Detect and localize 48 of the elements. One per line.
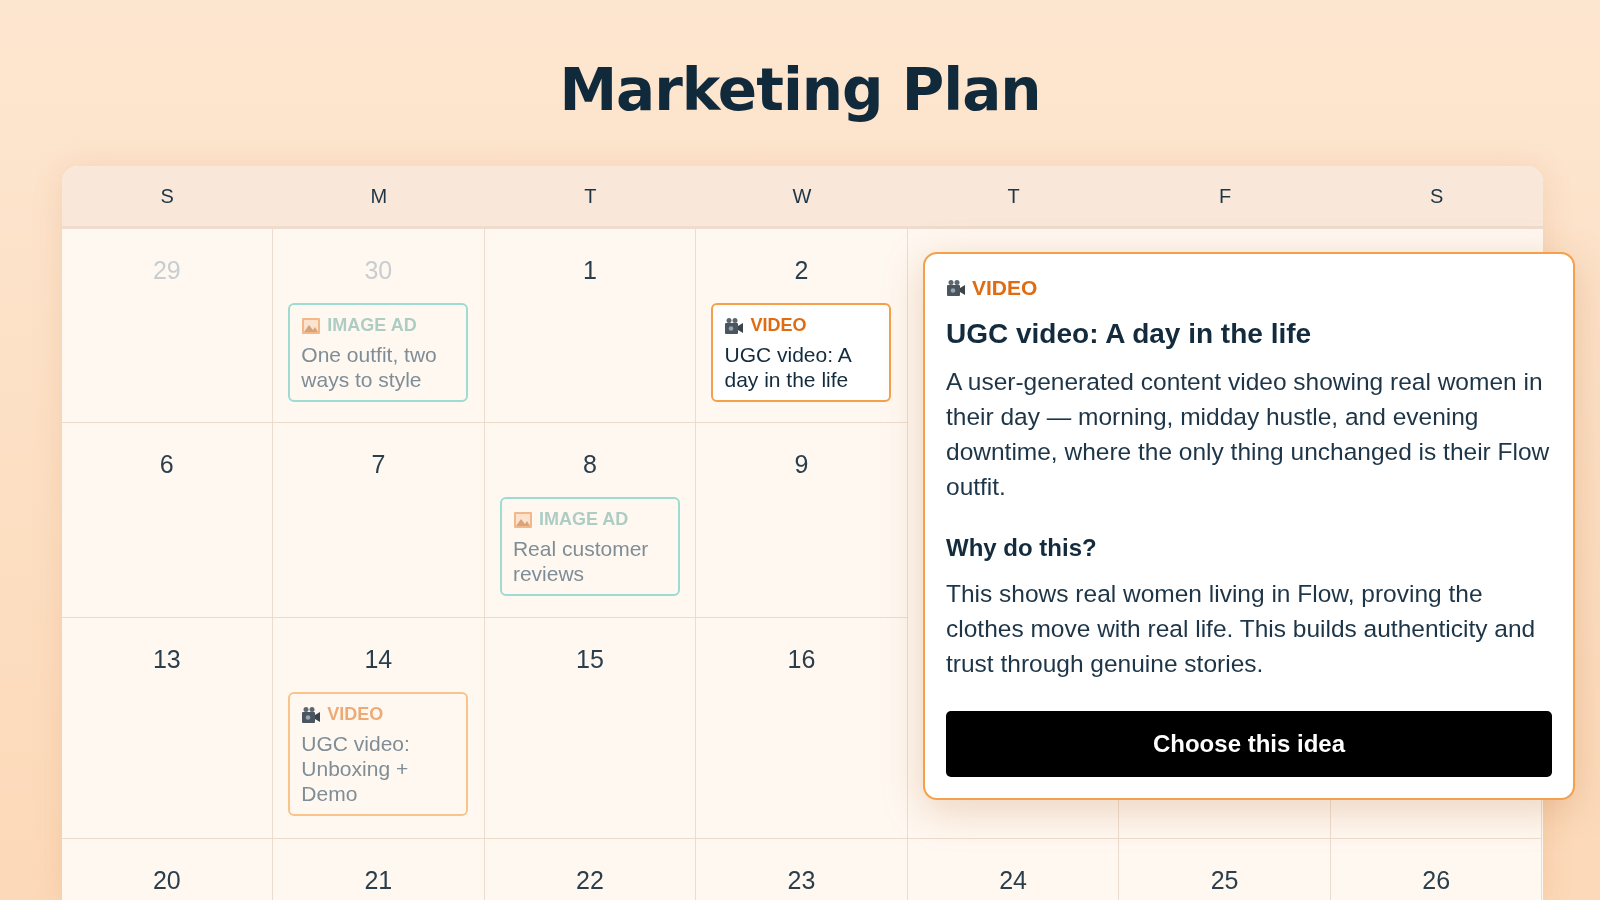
day-number: 7 bbox=[371, 450, 386, 479]
day-number: 14 bbox=[364, 645, 393, 674]
day-number: 23 bbox=[787, 866, 816, 895]
event-card[interactable]: IMAGE AD Real customer reviews bbox=[499, 497, 680, 596]
weekday-label: S bbox=[159, 183, 175, 209]
event-type: IMAGE AD bbox=[538, 509, 629, 530]
event-card[interactable]: IMAGE AD One outfit, two ways to style bbox=[288, 303, 469, 402]
day-number: 1 bbox=[582, 256, 597, 285]
section-heading: Why do this? bbox=[946, 534, 1098, 562]
day-number: 21 bbox=[364, 866, 393, 895]
event-title: Real customer reviews bbox=[512, 536, 650, 586]
day-number: 25 bbox=[1210, 866, 1239, 895]
event-card[interactable]: VIDEO UGC video: A day in the life bbox=[711, 303, 892, 402]
day-number: 26 bbox=[1422, 866, 1451, 895]
weekday-label: F bbox=[1218, 183, 1233, 209]
day-number: 20 bbox=[152, 866, 181, 895]
event-type: VIDEO bbox=[972, 276, 1038, 300]
image-icon bbox=[512, 510, 533, 529]
page-title: Marketing Plan bbox=[559, 56, 1041, 126]
day-number: 15 bbox=[576, 645, 604, 674]
video-camera-icon bbox=[946, 279, 966, 297]
weekday-label: W bbox=[791, 183, 813, 209]
event-card[interactable]: VIDEO UGC video: Unboxing + Demo bbox=[288, 692, 469, 816]
event-title: UGC video: Unboxing + Demo bbox=[301, 731, 411, 806]
video-camera-icon bbox=[724, 316, 745, 335]
weekday-label: S bbox=[1429, 183, 1445, 209]
reason-text: This shows real women living in Flow, proving the clothes move with real life. This builds authenticity and trust through genuine stories. bbox=[946, 579, 1537, 679]
idea-title: UGC video: A day in the life bbox=[946, 318, 1313, 350]
video-camera-icon bbox=[301, 705, 322, 724]
day-number: 9 bbox=[794, 450, 809, 479]
event-title: One outfit, two ways to style bbox=[301, 342, 438, 392]
idea-description: A user-generated content video showing real women in their day — morning, midday hustle, and evening downtime, where the only thing unchanged is their Flow outfit. bbox=[946, 367, 1551, 502]
event-type: VIDEO bbox=[750, 315, 807, 336]
choose-idea-button[interactable]: Choose this idea bbox=[946, 711, 1552, 777]
event-type: IMAGE AD bbox=[327, 315, 417, 336]
day-number: 16 bbox=[787, 645, 816, 674]
weekday-label: M bbox=[369, 183, 389, 209]
image-icon bbox=[301, 316, 322, 335]
day-number: 24 bbox=[999, 866, 1027, 895]
day-number: 6 bbox=[159, 450, 174, 479]
weekday-label: T bbox=[583, 183, 598, 209]
day-number: 8 bbox=[582, 450, 597, 479]
day-number: 2 bbox=[794, 256, 809, 285]
day-number: 13 bbox=[152, 645, 181, 674]
day-number: 22 bbox=[576, 866, 604, 895]
event-title: UGC video: A day in the life bbox=[724, 342, 853, 392]
weekday-label: T bbox=[1006, 183, 1021, 209]
event-type: VIDEO bbox=[327, 704, 384, 725]
